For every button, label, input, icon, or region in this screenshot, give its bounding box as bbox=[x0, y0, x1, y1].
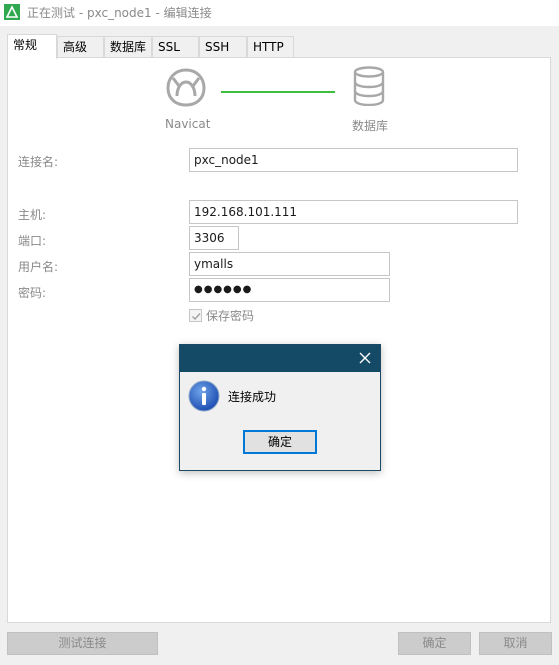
save-password-checkbox[interactable]: 保存密码 bbox=[189, 307, 254, 324]
tab-http[interactable]: HTTP bbox=[247, 36, 294, 58]
close-icon[interactable] bbox=[358, 351, 372, 365]
connection-success-dialog: 连接成功 确定 bbox=[179, 344, 381, 471]
tab-ssh[interactable]: SSH bbox=[199, 36, 247, 58]
tab-ssl[interactable]: SSL bbox=[152, 36, 199, 58]
dialog-title-bar bbox=[180, 345, 380, 372]
navicat-logo-icon bbox=[166, 68, 206, 107]
tab-databases[interactable]: 数据库 bbox=[104, 36, 152, 58]
checkbox-box[interactable] bbox=[189, 309, 202, 322]
dialog-ok-button[interactable]: 确定 bbox=[243, 430, 317, 454]
username-label: 用户名: bbox=[18, 260, 59, 274]
database-label: 数据库 bbox=[352, 119, 389, 133]
save-password-label: 保存密码 bbox=[206, 309, 255, 323]
navicat-leaf-icon bbox=[4, 4, 20, 20]
checkmark-icon bbox=[192, 313, 201, 321]
host-input[interactable]: 192.168.101.111 bbox=[189, 200, 518, 224]
test-connection-button[interactable]: 测试连接 bbox=[7, 632, 158, 655]
ok-button[interactable]: 确定 bbox=[398, 632, 471, 655]
info-icon bbox=[188, 380, 220, 412]
connection-line bbox=[221, 91, 335, 93]
tab-advanced[interactable]: 高级 bbox=[57, 36, 104, 58]
database-icon bbox=[353, 66, 385, 106]
connection-name-label: 连接名: bbox=[18, 155, 59, 169]
password-input[interactable]: ●●●●●● bbox=[189, 278, 390, 302]
port-input[interactable]: 3306 bbox=[189, 226, 239, 250]
port-label: 端口: bbox=[18, 234, 47, 248]
title-bar: 正在测试 - pxc_node1 - 编辑连接 bbox=[0, 0, 559, 26]
cancel-button[interactable]: 取消 bbox=[479, 632, 552, 655]
connection-name-input[interactable]: pxc_node1 bbox=[189, 148, 518, 172]
tab-general[interactable]: 常规 bbox=[7, 34, 57, 59]
host-label: 主机: bbox=[18, 208, 47, 222]
username-input[interactable]: ymalls bbox=[189, 252, 390, 276]
password-label: 密码: bbox=[18, 286, 47, 300]
navicat-label: Navicat bbox=[165, 117, 211, 131]
general-panel bbox=[7, 57, 551, 623]
window-title: 正在测试 - pxc_node1 - 编辑连接 bbox=[27, 6, 212, 20]
dialog-message: 连接成功 bbox=[228, 390, 277, 404]
